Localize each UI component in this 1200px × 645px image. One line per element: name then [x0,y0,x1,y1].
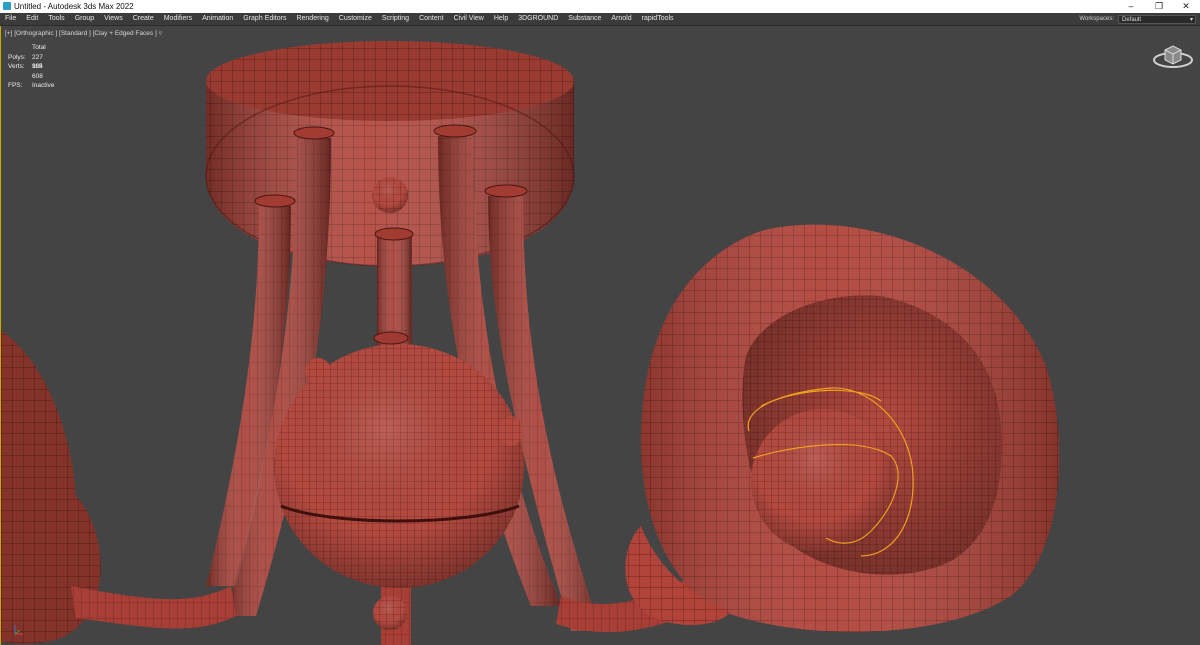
top-finial-ball[interactable] [372,177,408,213]
menu-item-substance[interactable]: Substance [563,13,606,25]
menu-item-rendering[interactable]: Rendering [291,13,333,25]
workspaces-label: Workspaces: [1079,16,1114,22]
title-bar: Untitled - Autodesk 3ds Max 2022 – ❐ ✕ [0,0,1200,13]
menu-item-modifiers[interactable]: Modifiers [159,13,197,25]
viewcube-icon[interactable] [1151,40,1195,70]
polys-label: Polys: [8,53,26,61]
fps-value: Inactive [32,82,55,89]
menu-item-3dground[interactable]: 3DGROUND [513,13,563,25]
restore-button[interactable]: ❐ [1145,0,1173,13]
menu-item-content[interactable]: Content [414,13,449,25]
perspective-viewport[interactable]: [+] [Orthographic ] [Standard ] [Clay + … [0,26,1200,645]
axis-tripod-icon [14,625,23,635]
window-title: Untitled - Autodesk 3ds Max 2022 [14,2,134,11]
filter-icon[interactable]: ▿ [159,30,162,37]
app-icon [3,2,11,10]
menu-item-civil-view[interactable]: Civil View [449,13,489,25]
menu-items: File Edit Tools Group Views Create Modifiers An… [0,13,679,25]
menu-item-rapidtools[interactable]: rapidTools [637,13,679,25]
verts-label: Verts: [8,63,25,70]
menu-item-create[interactable]: Create [128,13,159,25]
menu-item-tools[interactable]: Tools [43,13,69,25]
close-button[interactable]: ✕ [1172,0,1200,13]
menu-item-graph-editors[interactable]: Graph Editors [238,13,291,25]
menu-bar: File Edit Tools Group Views Create Modifiers An… [0,13,1200,26]
fps-label: FPS: [8,82,23,89]
workspace-dropdown[interactable]: Default ▾ [1118,14,1196,24]
workspace-switcher: Workspaces: Default ▾ [1079,14,1196,24]
menu-item-group[interactable]: Group [70,13,99,25]
minimize-button[interactable]: – [1117,0,1145,13]
viewport-label-text[interactable]: [+] [Orthographic ] [Standard ] [Clay + … [5,30,157,37]
menu-item-customize[interactable]: Customize [334,13,377,25]
lamp-bulb[interactable] [751,409,895,553]
menu-item-views[interactable]: Views [99,13,128,25]
menu-item-help[interactable]: Help [489,13,513,25]
stats-header: Total [32,44,46,51]
menu-item-file[interactable]: File [0,13,21,25]
bottom-finial-ball[interactable] [373,596,407,630]
dropdown-arrow-icon: ▾ [1189,16,1193,23]
workspace-value: Default [1122,16,1142,23]
menu-item-scripting[interactable]: Scripting [377,13,414,25]
menu-item-arnold[interactable]: Arnold [606,13,636,25]
viewport-scene[interactable] [1,26,1200,645]
verts-value: 115 608 [32,63,43,80]
viewport-label[interactable]: [+] [Orthographic ] [Standard ] [Clay + … [5,29,162,37]
menu-item-animation[interactable]: Animation [197,13,238,25]
menu-item-edit[interactable]: Edit [21,13,43,25]
